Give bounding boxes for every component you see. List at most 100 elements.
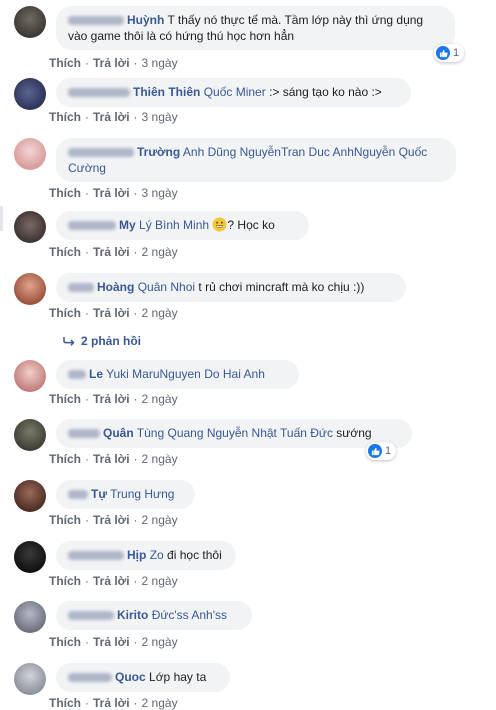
view-replies-link[interactable]: 2 phản hồi (63, 334, 141, 348)
timestamp[interactable]: 2 ngày (142, 306, 178, 320)
avatar[interactable] (14, 360, 46, 392)
like-link[interactable]: Thích (49, 696, 81, 710)
timestamp[interactable]: 2 ngày (142, 392, 178, 406)
avatar[interactable] (14, 601, 46, 633)
divider (0, 206, 3, 231)
timestamp[interactable]: 2 ngày (142, 635, 178, 649)
timestamp[interactable]: 2 ngày (142, 574, 178, 588)
reply-link[interactable]: Trả lời (93, 110, 130, 124)
timestamp[interactable]: 2 ngày (142, 245, 178, 259)
tagged-users[interactable]: Tùng Quang Nguyễn Nhật Tuấn Đức (137, 426, 333, 440)
separator: · (133, 696, 138, 710)
comment-text: :> sáng tạo ko nào :> (269, 85, 382, 99)
like-link[interactable]: Thích (49, 392, 81, 406)
reply-link[interactable]: Trả lời (93, 245, 130, 259)
avatar[interactable] (14, 273, 46, 305)
comment-actions: Thích · Trả lời · 3 ngày (49, 186, 178, 200)
separator: · (85, 110, 89, 124)
comment-bubble: Trường Anh Dũng NguyễnTran Duc AnhNguyễn… (56, 138, 456, 182)
comment-actions: Thích · Trả lời · 3 ngày (49, 56, 178, 70)
commenter-name[interactable]: Trường (137, 145, 180, 159)
thumbs-up-icon (368, 444, 382, 458)
like-link[interactable]: Thích (49, 452, 81, 466)
like-link[interactable]: Thích (49, 56, 81, 70)
reply-link[interactable]: Trả lời (93, 306, 130, 320)
separator: · (85, 635, 89, 649)
redacted-name (68, 16, 124, 26)
separator: · (85, 452, 89, 466)
comment-actions: Thích · Trả lời · 2 ngày (49, 452, 178, 466)
reply-link[interactable]: Trả lời (93, 696, 130, 710)
like-link[interactable]: Thích (49, 574, 81, 588)
avatar[interactable] (14, 78, 46, 110)
like-count: 1 (385, 445, 392, 457)
reply-link[interactable]: Trả lời (93, 56, 130, 70)
avatar[interactable] (14, 211, 46, 243)
tagged-users[interactable]: Trung Hưng (110, 487, 174, 501)
timestamp[interactable]: 3 ngày (142, 56, 178, 70)
reply-link[interactable]: Trả lời (93, 392, 130, 406)
redacted-name (68, 551, 124, 561)
like-link[interactable]: Thích (49, 635, 81, 649)
commenter-name[interactable]: Quân (103, 426, 134, 440)
avatar[interactable] (14, 419, 46, 451)
commenter-name[interactable]: Thiên Thiên (133, 85, 200, 99)
like-count-badge[interactable]: 1 (366, 442, 397, 460)
commenter-name[interactable]: Quoc (115, 670, 146, 684)
commenter-name[interactable]: Hịp (127, 548, 146, 562)
like-link[interactable]: Thích (49, 245, 81, 259)
like-link[interactable]: Thích (49, 513, 81, 527)
separator: · (85, 696, 89, 710)
redacted-name (68, 490, 88, 500)
avatar[interactable] (14, 541, 46, 573)
timestamp[interactable]: 2 ngày (142, 696, 178, 710)
avatar[interactable] (14, 480, 46, 512)
redacted-name (68, 148, 134, 158)
comment-bubble: Huỳnh T thấy nó thực tế mà. Tầm lớp này … (56, 6, 455, 50)
comment-actions: Thích · Trả lời · 2 ngày (49, 306, 178, 320)
timestamp[interactable]: 2 ngày (142, 452, 178, 466)
like-link[interactable]: Thích (49, 306, 81, 320)
reply-link[interactable]: Trả lời (93, 186, 130, 200)
like-count-badge[interactable]: 1 (434, 44, 465, 62)
separator: · (85, 306, 89, 320)
commenter-name[interactable]: Le (89, 367, 103, 381)
avatar[interactable] (14, 138, 46, 170)
commenter-name[interactable]: My (119, 218, 136, 232)
reply-link[interactable]: Trả lời (93, 513, 130, 527)
avatar[interactable] (14, 663, 46, 695)
comment-actions: Thích · Trả lời · 2 ngày (49, 392, 178, 406)
tagged-users[interactable]: Cường (68, 161, 106, 175)
tagged-users[interactable]: Quân Nhoi (138, 280, 195, 294)
replies-count[interactable]: 2 phản hồi (81, 334, 141, 348)
avatar[interactable] (14, 6, 46, 38)
commenter-name[interactable]: Huỳnh (127, 13, 164, 27)
timestamp[interactable]: 3 ngày (142, 110, 178, 124)
like-link[interactable]: Thích (49, 110, 81, 124)
tagged-users[interactable]: Zo (150, 548, 164, 562)
reply-arrow-icon (63, 337, 75, 346)
separator: · (85, 574, 89, 588)
reply-link[interactable]: Trả lời (93, 452, 130, 466)
commenter-name[interactable]: Kirito (117, 608, 148, 622)
comment-actions: Thích · Trả lời · 2 ngày (49, 696, 178, 710)
reply-link[interactable]: Trả lời (93, 574, 130, 588)
commenter-name[interactable]: Hoàng (97, 280, 134, 294)
separator: · (85, 186, 89, 200)
commenter-name[interactable]: Tự (91, 487, 107, 501)
separator: · (133, 392, 138, 406)
tagged-users[interactable]: Đức'ss Anh'ss (152, 608, 227, 622)
separator: · (85, 392, 89, 406)
tagged-users[interactable]: Quốc Miner (204, 85, 266, 99)
tagged-users[interactable]: Lý Bình Minh (139, 218, 209, 232)
reply-link[interactable]: Trả lời (93, 635, 130, 649)
redacted-name (68, 221, 116, 231)
tagged-users[interactable]: Anh Dũng NguyễnTran Duc AnhNguyễn Quốc (183, 145, 427, 159)
like-link[interactable]: Thích (49, 186, 81, 200)
separator: · (133, 513, 138, 527)
timestamp[interactable]: 3 ngày (142, 186, 178, 200)
redacted-name (68, 611, 114, 621)
timestamp[interactable]: 2 ngày (142, 513, 178, 527)
comment-text: T thấy nó thực tế mà. Tầm lớp này thì ứn… (167, 13, 424, 27)
tagged-users[interactable]: Yuki MaruNguyen Do Hai Anh (106, 367, 265, 381)
